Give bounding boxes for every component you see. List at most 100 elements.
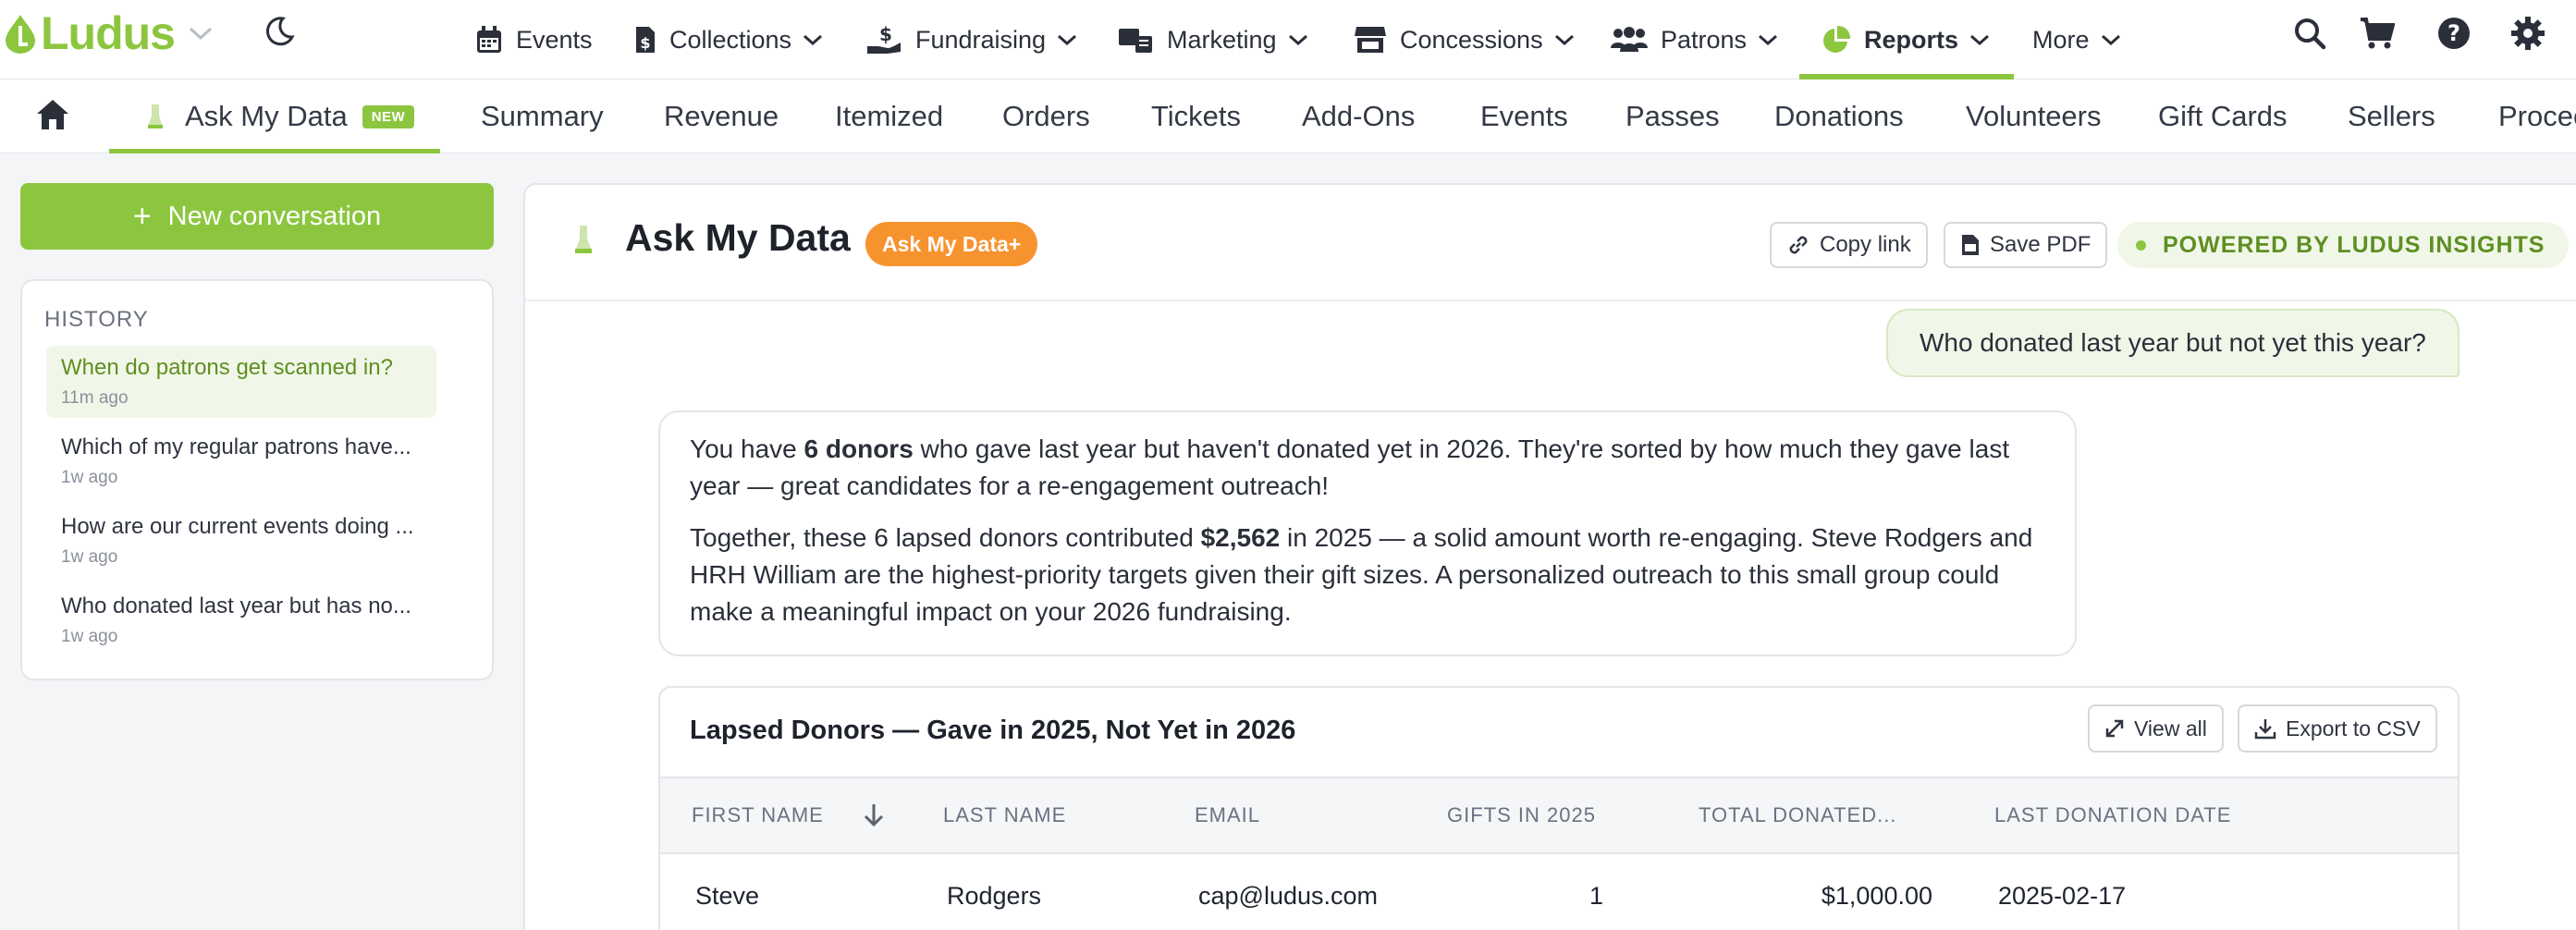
cell-last-name: Rodgers [947, 881, 1042, 910]
history-item[interactable]: Who donated last year but has no... 1w a… [46, 584, 436, 656]
svg-text:?: ? [2447, 20, 2460, 46]
tab-proceeds[interactable]: Procee [2498, 80, 2576, 153]
export-csv-label: Export to CSV [2286, 716, 2421, 740]
tab-itemized[interactable]: Itemized [835, 80, 943, 153]
ludus-drop-icon [6, 15, 35, 54]
nav-reports[interactable]: Reports [1798, 0, 2015, 80]
export-csv-button[interactable]: Export to CSV [2238, 704, 2437, 753]
nav-label: Collections [669, 25, 792, 54]
nav-label: Reports [1864, 25, 1959, 54]
search-icon[interactable] [2293, 17, 2326, 50]
chevron-down-icon [1969, 33, 1990, 46]
status-dot-icon [2136, 239, 2146, 251]
answer-text: You have [690, 434, 804, 463]
expand-icon [2105, 719, 2124, 738]
nav-fundraising[interactable]: $ Fundraising [865, 0, 1077, 80]
table-row[interactable]: Steve Rodgers cap@ludus.com 1 $1,000.00 … [660, 854, 2458, 930]
gear-icon[interactable] [2511, 17, 2545, 50]
tab-sellers[interactable]: Sellers [2348, 80, 2435, 153]
cell-total-donated: $1,000.00 [1821, 881, 1932, 910]
column-label: FIRST NAME [692, 803, 824, 826]
cell-first-name: Steve [695, 881, 760, 910]
tab-label: Gift Cards [2158, 100, 2288, 132]
tab-label: Donations [1774, 100, 1904, 132]
bulb-icon [148, 104, 163, 128]
nav-more[interactable]: More [2032, 0, 2121, 80]
history-item[interactable]: When do patrons get scanned in? 11m ago [46, 346, 436, 418]
tab-tickets[interactable]: Tickets [1151, 80, 1241, 153]
nav-concessions[interactable]: Concessions [1354, 0, 1575, 80]
ludus-logo[interactable]: Ludus [4, 9, 214, 57]
lapsed-donors-table-card: Lapsed Donors — Gave in 2025, Not Yet in… [658, 686, 2459, 930]
home-icon[interactable] [35, 98, 70, 136]
ask-my-data-plus-badge[interactable]: Ask My Data+ [865, 222, 1038, 266]
nav-label: Marketing [1167, 25, 1277, 54]
cell-last-donation-date: 2025-02-17 [1998, 881, 2127, 910]
save-pdf-label: Save PDF [1990, 232, 2091, 257]
answer-text: Together, these 6 lapsed donors contribu… [690, 523, 1201, 552]
tab-summary[interactable]: Summary [481, 80, 604, 153]
nav-label: Fundraising [915, 25, 1047, 54]
chevron-down-icon [1554, 33, 1575, 46]
column-header-email[interactable]: EMAIL [1195, 778, 1260, 852]
help-icon[interactable]: ? [2437, 17, 2471, 50]
history-item[interactable]: Which of my regular patrons have... 1w a… [46, 425, 436, 497]
new-conversation-label: New conversation [167, 201, 382, 231]
copy-link-button[interactable]: Copy link [1770, 222, 1928, 268]
nav-events[interactable]: Events [475, 0, 593, 80]
user-message-bubble: Who donated last year but not yet this y… [1886, 309, 2459, 377]
nav-label: Concessions [1400, 25, 1543, 54]
nav-label: More [2032, 25, 2090, 54]
chevron-down-icon [2101, 33, 2121, 46]
nav-patrons[interactable]: Patrons [1611, 0, 1778, 80]
svg-text:$: $ [879, 24, 892, 45]
nav-marketing[interactable]: Marketing [1117, 0, 1308, 80]
svg-text:$: $ [640, 34, 650, 52]
tab-gift-cards[interactable]: Gift Cards [2158, 80, 2288, 153]
tab-orders[interactable]: Orders [1002, 80, 1090, 153]
plus-icon: + [132, 199, 152, 234]
sort-arrow-down-icon[interactable] [863, 802, 885, 828]
tab-label: Tickets [1151, 100, 1242, 132]
tab-events[interactable]: Events [1480, 80, 1568, 153]
answer-paragraph: Together, these 6 lapsed donors contribu… [690, 520, 2045, 630]
tab-add-ons[interactable]: Add-Ons [1302, 80, 1415, 153]
history-title: HISTORY [44, 307, 149, 332]
tab-volunteers[interactable]: Volunteers [1966, 80, 2102, 153]
tab-ask-my-data[interactable]: Ask My Data NEW [108, 80, 441, 153]
tab-label: Passes [1625, 100, 1720, 132]
tab-donations[interactable]: Donations [1774, 80, 1904, 153]
history-question: How are our current events doing ... [61, 514, 414, 539]
nav-collections[interactable]: $ Collections [634, 0, 823, 80]
column-header-total-donated[interactable]: TOTAL DONATED... [1699, 778, 1896, 852]
column-header-last-donation-date[interactable]: LAST DONATION DATE [1994, 778, 2231, 852]
hand-dollar-icon: $ [865, 24, 902, 55]
chevron-down-icon [803, 33, 823, 46]
tab-label: Ask My Data [185, 100, 348, 132]
tab-label: Volunteers [1966, 100, 2102, 132]
nav-label: Events [516, 25, 593, 54]
dark-mode-moon-icon[interactable] [263, 15, 296, 48]
save-pdf-button[interactable]: Save PDF [1944, 222, 2108, 268]
history-item[interactable]: How are our current events doing ... 1w … [46, 505, 436, 577]
history-time: 1w ago [61, 627, 118, 646]
cart-icon[interactable] [2360, 17, 2395, 50]
chevron-down-icon[interactable] [188, 25, 214, 42]
tab-revenue[interactable]: Revenue [664, 80, 779, 153]
view-all-button[interactable]: View all [2088, 704, 2224, 753]
column-header-first-name[interactable]: FIRST NAME [692, 778, 885, 852]
history-question: Which of my regular patrons have... [61, 434, 411, 459]
user-message-text: Who donated last year but not yet this y… [1920, 328, 2426, 357]
history-time: 11m ago [61, 388, 129, 408]
column-header-gifts[interactable]: GIFTS IN 2025 [1447, 778, 1596, 852]
table-header: FIRST NAME LAST NAME EMAIL GIFTS IN 2025… [660, 777, 2458, 854]
chevron-down-icon [1057, 33, 1077, 46]
reports-subnav: Ask My Data NEW Summary Revenue Itemized… [0, 80, 2576, 153]
new-conversation-button[interactable]: + New conversation [20, 183, 494, 250]
calendar-icon [475, 25, 503, 55]
bulb-icon [575, 226, 592, 253]
tab-label: Revenue [664, 100, 779, 132]
tab-label: Itemized [835, 100, 944, 132]
tab-passes[interactable]: Passes [1625, 80, 1720, 153]
column-header-last-name[interactable]: LAST NAME [943, 778, 1066, 852]
